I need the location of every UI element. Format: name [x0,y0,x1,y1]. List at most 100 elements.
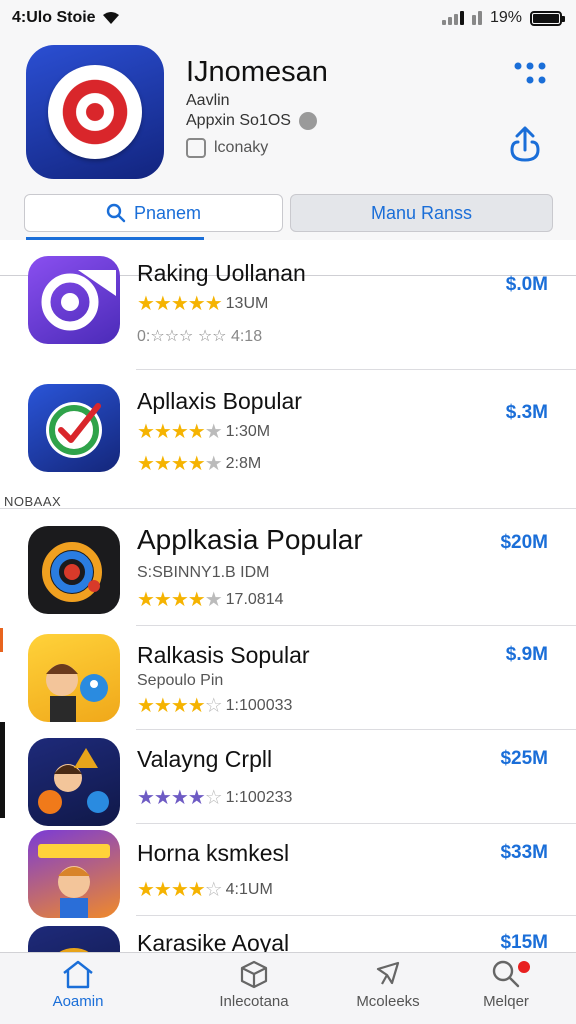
tab-bar: Aoamin Inlecotana Mcoleeks Melqer [0,952,576,1024]
battery-icon [530,10,565,26]
tab-search-label: Pnanem [133,202,202,223]
tab-categories-label: Manu Ranss [370,202,473,223]
checkmark-chart-icon [46,402,102,458]
app-meta: S:SBINNY1.B IDM [137,564,269,582]
star-rating-icon: ★★★★★ [137,293,223,315]
cartoon-character-icon [46,664,108,722]
star-rating-icon: ★★★★★ [137,589,223,611]
ring-logo-icon [41,270,116,331]
info-icon[interactable] [298,112,317,130]
game-characters-icon [38,748,109,814]
list-item[interactable]: Ralkasis Sopular Sepoulo Pin ★★★★☆ 1:100… [0,626,576,730]
ring-logo-icon [59,948,89,952]
rating-count: 1:30M [225,423,271,440]
tab-apps-label: Inlecotana [219,993,289,1010]
swirl-logo-icon [42,542,102,602]
app-category-text: lconaky [214,139,269,156]
tab-search-bottom-label: Melqer [483,993,529,1010]
cellular-signal-icon [441,11,464,25]
app-meta-text: 0:☆☆☆ ☆☆ 4:18 [137,328,263,345]
app-thumbnail [28,830,120,918]
rating-count: 2:8M [225,455,262,472]
app-name: Apllaxis Bopular [137,388,302,414]
star-rating-icon: ★★★★☆ [137,787,223,809]
tab-home[interactable]: Aoamin [18,959,138,1010]
more-options-button[interactable] [510,58,550,86]
list-item[interactable]: Raking Uollanan ★★★★★ 13UM 0:☆☆☆ ☆☆ 4:18… [0,240,576,370]
tab-games-label: Mcoleeks [356,993,420,1010]
app-thumbnail [28,634,120,722]
app-name: Ralkasis Sopular [137,642,310,668]
app-header: IJnomesan Aavlin Appxin So1OS lconaky Pn… [0,36,576,276]
app-name: Valayng Crpll [137,746,273,772]
app-icon [26,45,164,179]
status-text: 4:Ulo Stoie [12,9,96,26]
category-icon [186,138,206,158]
app-title: IJnomesan [186,56,328,88]
app-price[interactable]: $15M [500,932,548,952]
star-rating-icon: ★★★★★ [137,453,223,475]
app-thumbnail [28,738,120,826]
app-thumbnail [28,256,120,344]
wifi-icon [102,12,119,24]
star-rating-icon: ★★★★☆ [137,695,223,717]
app-rating-2: ★★★★★ 2:8M [137,454,261,474]
search-icon [492,960,520,988]
rating-count: 4:1UM [225,881,273,898]
app-subtitle: Appxin So1OS [186,112,317,130]
app-name: Raking Uollanan [137,260,306,286]
tab-apps[interactable]: Inlecotana [194,959,314,1010]
tab-search-bottom[interactable]: Melqer [446,959,566,1010]
search-icon [106,203,126,223]
app-meta-text: Sepoulo Pin [137,672,224,689]
app-subtitle-text: Appxin So1OS [186,112,291,129]
list-item[interactable]: Horna ksmkesl ★★★★☆ 4:1UM $33M [0,824,576,918]
list-item[interactable]: Valayng Crpll ★★★★☆ 1:100233 $25M [0,730,576,826]
rocket-icon [376,961,400,985]
app-rating: ★★★★☆ 1:100033 [137,696,292,716]
tab-games[interactable]: Mcoleeks [328,959,448,1010]
app-meta: 0:☆☆☆ ☆☆ 4:18 [137,326,262,346]
star-rating-icon: ★★★★☆ [137,879,223,901]
app-rating: ★★★★☆ 1:100233 [137,788,292,808]
target-icon [48,65,142,159]
app-rating: ★★★★☆ 4:1UM [137,880,273,900]
home-icon [63,960,93,989]
app-name: Horna ksmkesl [137,840,290,866]
rating-count: 1:100233 [225,789,293,806]
app-price[interactable]: $.0M [506,274,548,296]
app-meta: Sepoulo Pin [137,672,223,690]
app-list[interactable]: Raking Uollanan ★★★★★ 13UM 0:☆☆☆ ☆☆ 4:18… [0,240,576,952]
tab-search[interactable]: Pnanem [24,194,283,232]
app-price[interactable]: $33M [500,842,548,864]
app-price[interactable]: $.3M [506,402,548,424]
share-icon[interactable] [508,124,542,164]
app-thumbnail [28,384,120,472]
rating-count: 1:100033 [225,697,293,714]
rating-count: 17.0814 [225,591,284,608]
section-label: NOBAAX [4,494,62,509]
notification-badge [518,961,530,973]
app-thumbnail [28,526,120,614]
list-item[interactable]: Karasike Aoyal $15M [0,916,576,952]
app-thumbnail [28,926,120,952]
cube-icon [240,960,268,989]
app-price[interactable]: $25M [500,748,548,770]
list-item[interactable]: Applkasia Popular S:SBINNY1.B IDM ★★★★★ … [0,508,576,626]
battery-percent: 19% [489,9,522,26]
cellular-signal-icon-2 [471,11,482,25]
app-rating: ★★★★★ 13UM [137,294,268,314]
list-item[interactable]: Apllaxis Bopular ★★★★★ 1:30M ★★★★★ 2:8M … [0,370,576,509]
star-rating-icon: ★★★★★ [137,421,223,443]
app-rating: ★★★★★ 1:30M [137,422,270,442]
app-rating: ★★★★★ 17.0814 [137,590,284,610]
tab-home-label: Aoamin [52,993,104,1010]
tab-categories[interactable]: Manu Ranss [290,194,553,232]
status-bar: 4:Ulo Stoie 19% [0,0,576,36]
app-name: Karasike Aoyal [137,930,290,952]
app-price[interactable]: $20M [500,532,548,554]
app-developer: Aavlin [186,92,230,109]
app-meta-text: S:SBINNY1.B IDM [137,564,270,581]
app-price[interactable]: $.9M [506,644,548,666]
rating-count: 13UM [225,295,269,312]
